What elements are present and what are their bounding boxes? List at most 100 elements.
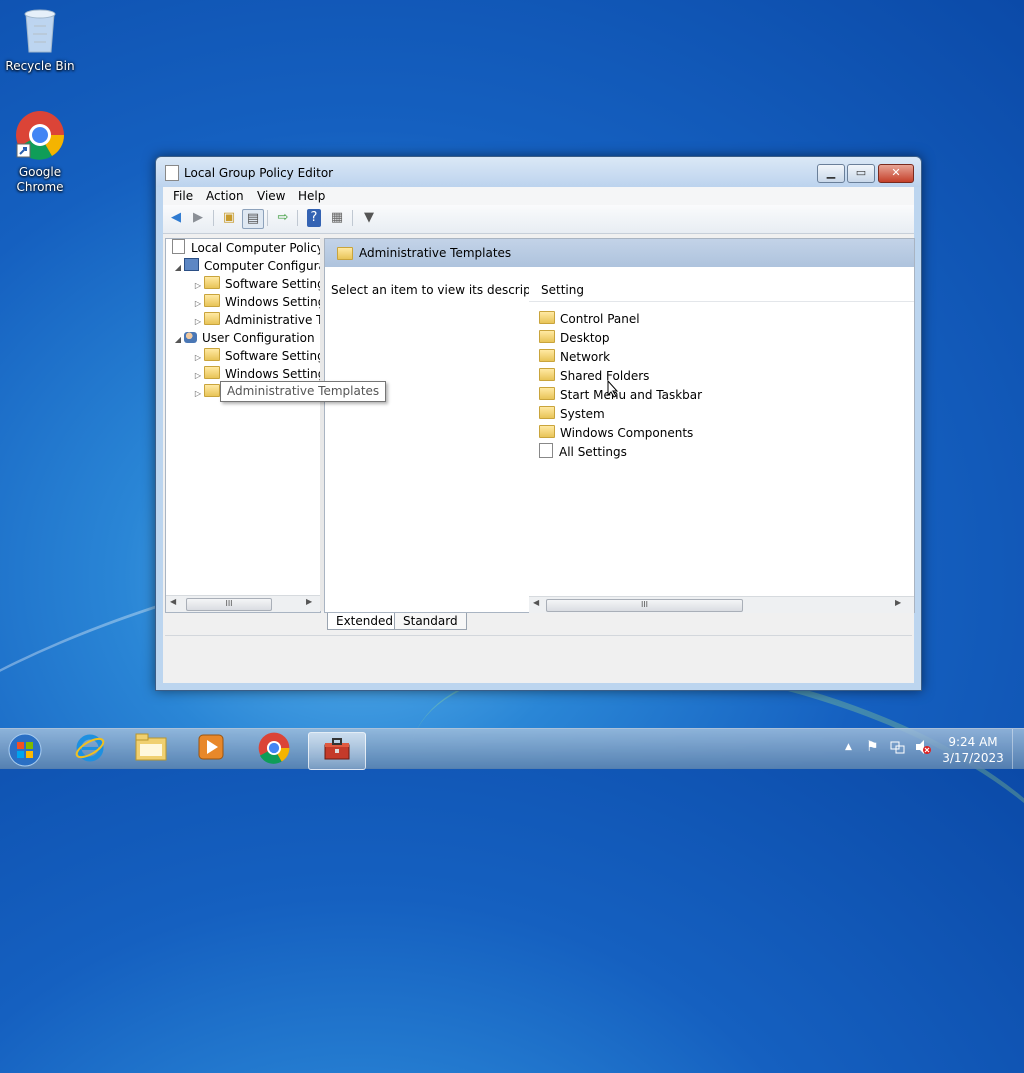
toolbar-separator [213, 210, 214, 226]
taskbar-google-chrome[interactable] [246, 732, 302, 768]
column-header-setting[interactable]: Setting [529, 279, 914, 302]
computer-icon [184, 258, 199, 271]
gpedit-window: Local Group Policy Editor ▁ ▭ ✕ File Act… [155, 156, 922, 691]
menu-action[interactable]: Action [206, 189, 244, 203]
export-list-icon[interactable]: ⇨ [273, 209, 293, 227]
tree-label: Computer Configura [204, 259, 326, 273]
menu-file[interactable]: File [173, 189, 193, 203]
details-header: Administrative Templates [325, 239, 914, 267]
tree-user-configuration[interactable]: ◢ User Configuration [172, 329, 315, 347]
list-item-label: System [560, 407, 605, 421]
list-item[interactable]: Control Panel [539, 310, 640, 329]
tree-item-windows-settings[interactable]: ▷ Windows Setting [192, 293, 325, 311]
taskbar-group-policy-editor[interactable] [308, 732, 366, 770]
policy-icon [172, 239, 185, 254]
tree-horizontal-scrollbar[interactable]: ◀ III ▶ [166, 595, 320, 612]
scroll-left-icon[interactable]: ◀ [533, 598, 539, 607]
properties-icon[interactable]: ▦ [327, 209, 347, 227]
chrome-icon [16, 111, 65, 160]
list-item[interactable]: Shared Folders [539, 367, 649, 386]
folder-icon [539, 425, 555, 438]
expand-icon[interactable]: ▷ [192, 385, 204, 403]
scroll-thumb[interactable]: III [546, 599, 743, 612]
menu-help[interactable]: Help [298, 189, 325, 203]
close-button[interactable]: ✕ [878, 164, 914, 183]
taskbar-internet-explorer[interactable] [62, 732, 118, 768]
show-hide-tree-icon[interactable]: ▤ [242, 209, 264, 229]
description-text: Select an item to view its description. [331, 283, 558, 297]
list-item[interactable]: Windows Components [539, 424, 693, 443]
settings-list[interactable]: Setting Control Panel Desktop Network Sh… [529, 267, 914, 613]
tree-computer-configuration[interactable]: ◢ Computer Configura [172, 257, 326, 275]
show-hidden-icons-arrow[interactable]: ▲ [845, 742, 852, 752]
taskbar-media-player[interactable] [183, 732, 239, 768]
tree-root[interactable]: Local Computer Policy [172, 239, 324, 257]
taskbar-file-explorer[interactable] [123, 732, 179, 768]
network-icon[interactable] [890, 739, 906, 758]
toolbar-separator [297, 210, 298, 226]
list-item[interactable]: Network [539, 348, 610, 367]
filter-icon[interactable]: ▼ [359, 209, 379, 227]
maximize-button[interactable]: ▭ [847, 164, 875, 183]
clock-date: 3/17/2023 [942, 751, 1004, 765]
scroll-left-icon[interactable]: ◀ [170, 597, 176, 606]
scroll-right-icon[interactable]: ▶ [306, 597, 312, 606]
recycle-bin-label: Recycle Bin [5, 59, 75, 73]
users-icon [184, 332, 197, 343]
windows-logo-icon [8, 733, 42, 767]
collapse-icon[interactable]: ◢ [172, 331, 184, 349]
scroll-right-icon[interactable]: ▶ [895, 598, 901, 607]
chrome-label-line2: Chrome [16, 180, 64, 194]
menu-bar: File Action View Help [163, 187, 914, 205]
up-folder-icon[interactable]: ▣ [219, 209, 239, 227]
tab-extended[interactable]: Extended [327, 613, 402, 630]
action-center-flag-icon[interactable]: ⚑ [866, 739, 879, 755]
scroll-thumb[interactable]: III [186, 598, 272, 611]
tree-root-label: Local Computer Policy [191, 241, 324, 255]
tree-label: Windows Setting [225, 367, 326, 381]
status-bar [165, 635, 912, 660]
list-item[interactable]: System [539, 405, 605, 424]
back-arrow-icon[interactable]: ◀ [166, 209, 186, 227]
tree-item-software-settings[interactable]: ▷ Software Settings [192, 347, 331, 365]
tree-item-administrative-templates[interactable]: ▷ Administrative Te [192, 311, 329, 329]
desktop-icon-recycle-bin[interactable]: Recycle Bin [0, 6, 80, 74]
mouse-cursor-icon [607, 380, 619, 398]
list-item[interactable]: All Settings [539, 443, 627, 462]
title-bar[interactable]: Local Group Policy Editor ▁ ▭ ✕ [156, 157, 921, 187]
volume-muted-icon[interactable] [914, 739, 932, 758]
start-button[interactable] [0, 732, 50, 768]
list-item-label: Network [560, 350, 611, 364]
system-clock[interactable]: 9:24 AM 3/17/2023 [940, 734, 1006, 766]
tree-pane[interactable]: Local Computer Policy ◢ Computer Configur… [165, 238, 331, 613]
minimize-button[interactable]: ▁ [817, 164, 845, 183]
network-icon-graphic [890, 741, 905, 754]
tree-item-software-settings[interactable]: ▷ Software Settings [192, 275, 331, 293]
show-desktop-button[interactable] [1012, 729, 1024, 769]
all-settings-icon [539, 443, 553, 458]
menu-view[interactable]: View [257, 189, 285, 203]
list-item[interactable]: Start Menu and Taskbar [539, 386, 702, 405]
list-horizontal-scrollbar[interactable]: ◀ III ▶ [529, 596, 914, 613]
desktop-icon-google-chrome[interactable]: Google Chrome [0, 110, 80, 195]
internet-explorer-icon [75, 734, 105, 762]
toolbar-separator [267, 210, 268, 226]
column-header-label: Setting [541, 283, 584, 297]
list-item-label: Shared Folders [560, 369, 650, 383]
folder-icon [337, 247, 353, 260]
collapse-icon[interactable]: ◢ [172, 259, 184, 277]
tree-label: User Configuration [202, 331, 315, 345]
forward-arrow-icon[interactable]: ▶ [188, 209, 208, 227]
list-item-label: Windows Components [560, 426, 694, 440]
folder-icon [204, 366, 220, 379]
clock-time: 9:24 AM [948, 735, 998, 749]
folder-icon [539, 330, 555, 343]
media-player-icon [198, 734, 224, 760]
help-icon[interactable]: ? [307, 209, 321, 227]
folder-icon [204, 384, 220, 397]
list-item[interactable]: Desktop [539, 329, 610, 348]
folder-icon [204, 348, 220, 361]
view-tabs: Extended Standard [323, 612, 913, 632]
folder-icon [539, 406, 555, 419]
tab-standard[interactable]: Standard [394, 613, 467, 630]
